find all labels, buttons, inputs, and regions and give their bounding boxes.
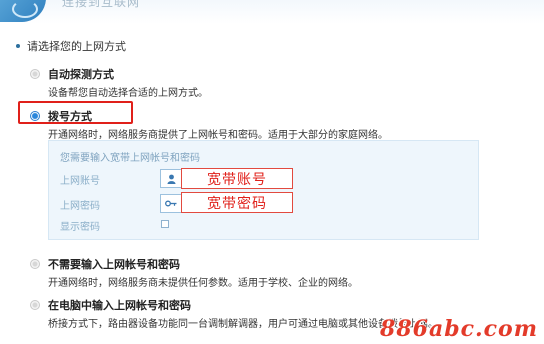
radio-icon[interactable] bbox=[30, 300, 40, 310]
radio-icon[interactable] bbox=[30, 259, 40, 269]
router-setup-page: 连接到互联网 请选择您的上网方式 自动探测方式 设备帮您自动选择合适的上网方式。… bbox=[0, 0, 544, 344]
show-password-label: 显示密码 bbox=[60, 222, 100, 233]
credentials-panel: 您需要输入宽带上网帐号和密码 上网账号 上网密码 显示密码 宽带账号 宽带密码 bbox=[48, 140, 479, 240]
option-pc-dial-label: 在电脑中输入上网帐号和密码 bbox=[48, 299, 191, 312]
option-pc-dial[interactable]: 在电脑中输入上网帐号和密码 bbox=[30, 297, 191, 313]
option-no-credentials[interactable]: 不需要输入上网帐号和密码 bbox=[30, 256, 180, 272]
option-no-credentials-desc: 开通网络时，网络服务商未提供任何参数。适用于学校、企业的网络。 bbox=[48, 278, 358, 289]
radio-icon[interactable] bbox=[30, 69, 40, 79]
banner-title: 连接到互联网 bbox=[62, 0, 141, 9]
key-icon bbox=[161, 195, 181, 212]
user-icon bbox=[161, 170, 181, 187]
option-dial-up-label: 拨号方式 bbox=[48, 110, 92, 123]
option-dial-up-desc: 开通网络时，网络服务商提供了上网帐号和密码。适用于大部分的家庭网络。 bbox=[48, 130, 388, 141]
show-password-checkbox[interactable] bbox=[161, 220, 169, 228]
option-no-credentials-label: 不需要输入上网帐号和密码 bbox=[48, 258, 180, 271]
router-logo-icon bbox=[0, 0, 46, 22]
account-annotation: 宽带账号 bbox=[181, 168, 293, 189]
password-annotation: 宽带密码 bbox=[181, 192, 293, 213]
option-auto-detect[interactable]: 自动探测方式 bbox=[30, 66, 114, 82]
option-dial-up[interactable]: 拨号方式 bbox=[30, 108, 92, 124]
site-watermark: 886abc.com bbox=[380, 316, 538, 342]
section-heading: 请选择您的上网方式 bbox=[16, 38, 126, 54]
radio-checked-icon[interactable] bbox=[30, 111, 40, 121]
credentials-panel-title: 您需要输入宽带上网帐号和密码 bbox=[60, 153, 200, 164]
section-heading-text: 请选择您的上网方式 bbox=[27, 40, 126, 53]
bullet-dot-icon bbox=[16, 44, 20, 48]
top-banner: 连接到互联网 bbox=[0, 0, 544, 24]
option-auto-detect-label: 自动探测方式 bbox=[48, 68, 114, 81]
password-label: 上网密码 bbox=[60, 201, 100, 212]
account-label: 上网账号 bbox=[60, 176, 100, 187]
option-auto-detect-desc: 设备帮您自动选择合适的上网方式。 bbox=[48, 88, 208, 99]
